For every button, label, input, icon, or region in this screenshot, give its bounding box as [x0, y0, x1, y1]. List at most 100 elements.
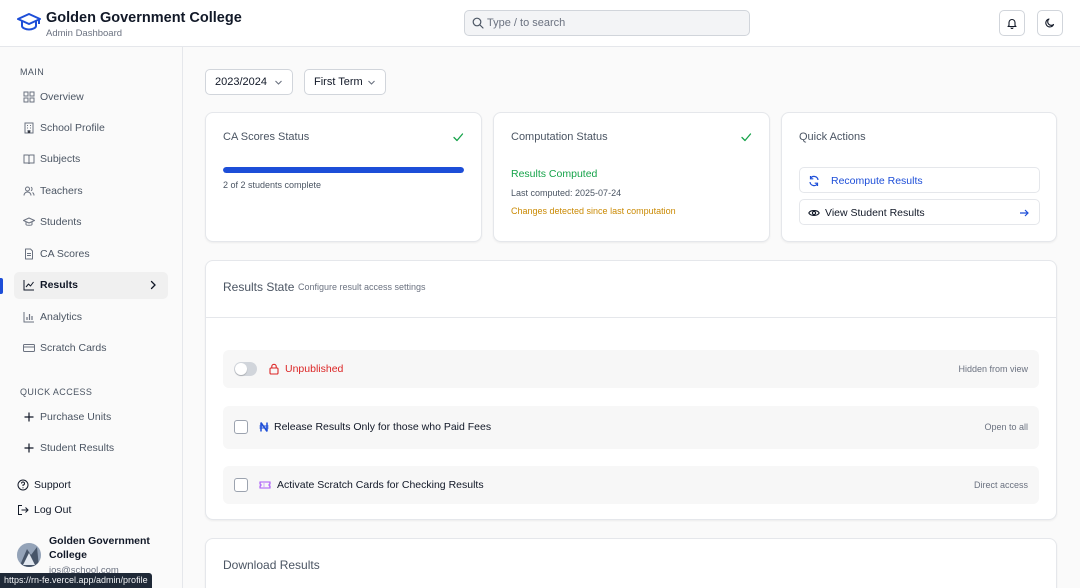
- computation-status-text: Results Computed: [511, 168, 598, 180]
- card-title: Computation Status: [511, 131, 608, 143]
- publish-status-label: Unpublished: [285, 363, 344, 375]
- sidebar-item-teachers[interactable]: Teachers: [14, 178, 168, 205]
- sidebar-item-scratch-cards[interactable]: Scratch Cards: [14, 335, 168, 362]
- search-box[interactable]: [464, 10, 750, 36]
- sidebar-item-label: Teachers: [40, 185, 83, 197]
- check-icon: [741, 133, 752, 142]
- theme-toggle-button[interactable]: [1037, 10, 1063, 36]
- sidebar-item-ca-scores[interactable]: CA Scores: [14, 241, 168, 268]
- session-select-value: 2023/2024: [215, 76, 267, 88]
- release-fees-row: Release Results Only for those who Paid …: [223, 406, 1039, 449]
- sidebar-item-label: Subjects: [40, 153, 81, 165]
- sidebar-item-student-results[interactable]: Student Results: [14, 435, 168, 462]
- scratch-cards-checkbox[interactable]: [234, 478, 248, 492]
- chevron-down-icon: [275, 80, 282, 85]
- bar-chart-icon: [23, 312, 34, 323]
- sidebar-item-analytics[interactable]: Analytics: [14, 304, 168, 331]
- recompute-results-button[interactable]: Recompute Results: [799, 167, 1040, 193]
- naira-icon: [259, 422, 269, 432]
- publish-row: Unpublished Hidden from view: [223, 350, 1039, 388]
- app-title: Golden Government College: [46, 10, 242, 26]
- eye-icon: [808, 210, 820, 216]
- results-state-subtitle: Configure result access settings: [298, 282, 426, 292]
- scratch-cards-row: Activate Scratch Cards for Checking Resu…: [223, 466, 1039, 504]
- sidebar-item-label: School Profile: [40, 122, 105, 134]
- sidebar-item-school-profile[interactable]: School Profile: [14, 115, 168, 142]
- release-fees-label: Release Results Only for those who Paid …: [274, 421, 492, 433]
- search-input[interactable]: [487, 13, 745, 33]
- download-results-card: Download Results: [205, 538, 1057, 588]
- sidebar-item-label: Student Results: [40, 442, 115, 454]
- download-results-title: Download Results: [223, 558, 320, 572]
- bell-icon: [1007, 19, 1017, 29]
- release-fees-access-text: Open to all: [984, 422, 1028, 432]
- session-select[interactable]: 2023/2024: [205, 69, 293, 95]
- refresh-icon: [809, 175, 819, 187]
- sidebar-section-quick-access: QUICK ACCESS: [20, 387, 93, 397]
- book-icon: [23, 154, 35, 165]
- sidebar-item-label: Overview: [40, 91, 84, 103]
- avatar[interactable]: [17, 543, 41, 567]
- credit-card-icon: [23, 344, 35, 352]
- check-icon: [453, 133, 464, 142]
- status-url-tooltip: https://rn-fe.vercel.app/admin/profile: [0, 573, 152, 588]
- view-results-label: View Student Results: [825, 207, 925, 219]
- ca-progress-bar: [223, 167, 464, 173]
- graduation-cap-icon: [23, 217, 35, 226]
- ca-progress-text: 2 of 2 students complete: [223, 180, 322, 190]
- sidebar-item-students[interactable]: Students: [14, 209, 168, 236]
- help-circle-icon: [17, 479, 29, 491]
- sidebar-item-overview[interactable]: Overview: [14, 84, 168, 111]
- results-state-title: Results State: [223, 280, 295, 294]
- view-student-results-button[interactable]: View Student Results: [799, 199, 1040, 225]
- search-icon: [472, 17, 484, 29]
- release-fees-checkbox[interactable]: [234, 420, 248, 434]
- arrow-right-icon: [1020, 209, 1029, 217]
- ca-scores-card: CA Scores Status 2 of 2 students complet…: [205, 112, 482, 242]
- moon-icon: [1045, 18, 1055, 28]
- divider: [206, 317, 1056, 318]
- quick-actions-card: Quick Actions Recompute Results View Stu…: [781, 112, 1057, 242]
- sidebar-item-purchase-units[interactable]: Purchase Units: [14, 404, 168, 431]
- plus-icon: [24, 443, 34, 453]
- publish-toggle[interactable]: [234, 362, 257, 376]
- ca-progress-fill: [223, 167, 464, 173]
- last-computed-text: Last computed: 2025-07-24: [511, 188, 622, 198]
- computation-status-card: Computation Status Results Computed Last…: [493, 112, 770, 242]
- term-select-value: First Term: [314, 76, 363, 88]
- term-select[interactable]: First Term: [304, 69, 386, 95]
- profile-name: Golden Government College: [49, 535, 150, 561]
- chart-line-icon: [23, 280, 34, 291]
- scratch-cards-label: Activate Scratch Cards for Checking Resu…: [277, 479, 484, 491]
- results-state-card: Results State Configure result access se…: [205, 260, 1057, 520]
- sidebar-item-results[interactable]: Results: [14, 272, 168, 299]
- building-icon: [24, 122, 34, 134]
- top-header: Golden Government College Admin Dashboar…: [0, 0, 1080, 47]
- changes-warning-text: Changes detected since last computation: [511, 206, 676, 216]
- support-label: Support: [34, 479, 71, 491]
- sidebar-item-label: Results: [40, 279, 78, 291]
- notifications-button[interactable]: [999, 10, 1025, 36]
- lock-icon: [269, 363, 279, 375]
- card-title: Quick Actions: [799, 131, 866, 143]
- scratch-cards-access-text: Direct access: [973, 480, 1028, 490]
- grid-icon: [23, 91, 35, 103]
- graduation-cap-icon: [17, 13, 41, 31]
- sidebar-item-subjects[interactable]: Subjects: [14, 146, 168, 173]
- users-icon: [23, 186, 35, 196]
- sidebar-item-label: Purchase Units: [40, 411, 112, 423]
- logout-label: Log Out: [34, 504, 72, 516]
- sidebar-item-label: Scratch Cards: [40, 342, 107, 354]
- app-subtitle: Admin Dashboard: [46, 28, 123, 39]
- sidebar-item-label: Students: [40, 216, 82, 228]
- sidebar-section-main: MAIN: [20, 67, 45, 77]
- file-icon: [25, 248, 33, 260]
- chevron-right-icon: [150, 280, 156, 290]
- publish-visibility-text: Hidden from view: [958, 364, 1028, 374]
- ticket-icon: [259, 481, 271, 489]
- sidebar-item-label: Analytics: [40, 311, 83, 323]
- logout-icon: [18, 505, 29, 515]
- chevron-down-icon: [368, 80, 375, 85]
- plus-icon: [24, 412, 34, 422]
- card-title: CA Scores Status: [223, 131, 310, 143]
